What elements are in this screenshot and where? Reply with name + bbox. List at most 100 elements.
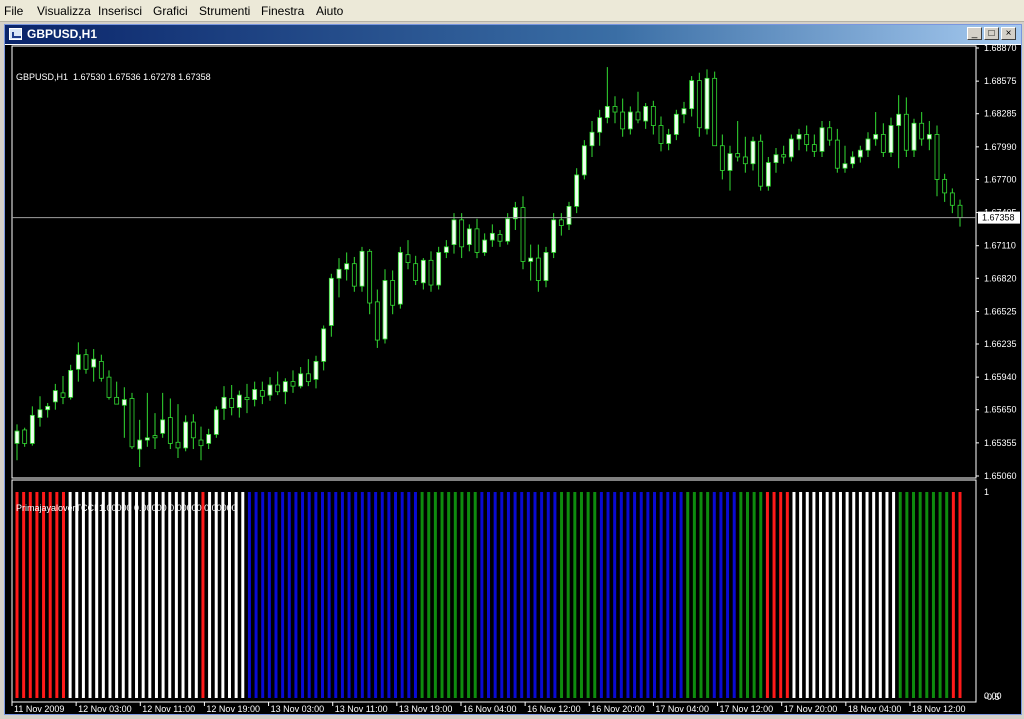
candle-body (788, 138, 794, 158)
candle-body (903, 113, 909, 151)
candle-body (520, 207, 526, 262)
candle-body (796, 134, 802, 140)
minimize-button[interactable]: _ (967, 27, 982, 40)
indicator-bar (81, 492, 85, 698)
indicator-bar (633, 492, 637, 698)
indicator-bar (566, 492, 570, 698)
candle-body (581, 145, 587, 176)
candle-body (482, 239, 488, 253)
candle-body (290, 381, 296, 387)
indicator-bar (387, 492, 391, 698)
candle-body (896, 113, 902, 126)
menu-finestra[interactable]: Finestra (261, 4, 304, 18)
menu-strumenti[interactable]: Strumenti (199, 4, 250, 18)
indicator-bar (108, 492, 112, 698)
candle-body (160, 419, 166, 434)
indicator-bar (15, 492, 19, 698)
price-label: 1.68285 (984, 109, 1017, 119)
indicator-bar (208, 492, 212, 698)
indicator-bar (261, 492, 265, 698)
candle-body (206, 434, 212, 444)
price-label: 1.68870 (984, 45, 1017, 53)
indicator-bar (61, 492, 65, 698)
candle-body (167, 417, 173, 444)
close-button[interactable]: × (1001, 27, 1016, 40)
menu-bar: File Visualizza Inserisci Grafici Strumenti F… (0, 0, 1024, 22)
indicator-bar (234, 492, 238, 698)
indicator-bar (599, 492, 603, 698)
indicator-bar (135, 492, 139, 698)
indicator-bar (520, 492, 524, 698)
indicator-bar (699, 492, 703, 698)
indicator-bar (832, 492, 836, 698)
candle-body (244, 396, 250, 401)
indicator-scale-label: -0.5 (984, 692, 1000, 702)
candle-body (367, 250, 373, 304)
indicator-bar (593, 492, 597, 698)
indicator-bar (938, 492, 942, 698)
candle-body (106, 376, 112, 398)
menu-inserisci[interactable]: Inserisci (98, 4, 142, 18)
candle-body (758, 140, 764, 187)
candle-body (459, 219, 465, 248)
indicator-bar (765, 492, 769, 698)
candle-body (658, 125, 664, 144)
candle-body (696, 80, 702, 129)
candle-body (819, 127, 825, 152)
menu-aiuto[interactable]: Aiuto (316, 4, 343, 18)
current-price-label: 1.67358 (982, 213, 1015, 223)
indicator-bar (413, 492, 417, 698)
indicator-bar (686, 492, 690, 698)
indicator-bar (221, 492, 225, 698)
indicator-bar (799, 492, 803, 698)
candle-body (29, 414, 35, 444)
indicator-bar (354, 492, 358, 698)
indicator-bar (174, 492, 178, 698)
indicator-bar (779, 492, 783, 698)
indicator-bar (679, 492, 683, 698)
chart-area[interactable]: 1.688701.685751.682851.679901.677001.674… (5, 43, 1021, 714)
candle-body (543, 252, 549, 281)
indicator-bar (726, 492, 730, 698)
indicator-bar (247, 492, 251, 698)
menu-grafici[interactable]: Grafici (153, 4, 188, 18)
price-label: 1.67990 (984, 142, 1017, 152)
indicator-bar (745, 492, 749, 698)
candle-body (259, 390, 265, 397)
candle-body (942, 179, 948, 194)
price-label: 1.65940 (984, 372, 1017, 382)
title-bar[interactable]: GBPUSD,H1 _ □ × (5, 25, 1021, 44)
indicator-bar (586, 492, 590, 698)
indicator-bar (606, 492, 610, 698)
candle-body (811, 144, 817, 152)
candle-body (865, 138, 871, 151)
candle-body (574, 174, 580, 207)
candle-body (68, 370, 74, 398)
indicator-bar (533, 492, 537, 698)
candle-body (328, 277, 334, 326)
chart-canvas[interactable]: 1.688701.685751.682851.679901.677001.674… (5, 43, 1021, 714)
time-label: 12 Nov 19:00 (206, 704, 260, 714)
maximize-button[interactable]: □ (984, 27, 999, 40)
indicator-bar (254, 492, 258, 698)
indicator-histogram (15, 492, 962, 698)
time-label: 11 Nov 2009 (14, 704, 64, 714)
indicator-bar (560, 492, 564, 698)
candle-body (627, 111, 633, 130)
indicator-info: PrimajayaloverTCCI 1.00000 0.00000 0.000… (16, 503, 237, 513)
indicator-bar (526, 492, 530, 698)
candle-body (742, 156, 748, 165)
indicator-bar (666, 492, 670, 698)
indicator-bar (267, 492, 271, 698)
time-label: 13 Nov 19:00 (399, 704, 453, 714)
candle-body (489, 232, 495, 241)
candle-body (919, 122, 925, 140)
indicator-bar (858, 492, 862, 698)
candle-body (282, 381, 288, 393)
menu-visualizza[interactable]: Visualizza (37, 4, 91, 18)
menu-file[interactable]: File (4, 4, 23, 18)
time-label: 17 Nov 12:00 (720, 704, 774, 714)
indicator-bar (885, 492, 889, 698)
candle-body (949, 192, 955, 206)
indicator-bar (75, 492, 79, 698)
